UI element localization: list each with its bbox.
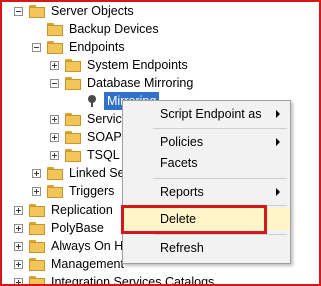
expand-icon[interactable] <box>14 223 23 233</box>
folder-icon <box>47 22 63 36</box>
menu-item-refresh[interactable]: Refresh <box>123 237 290 259</box>
tree-node-label: Database Mirroring <box>87 76 194 90</box>
tree-node-endpoints[interactable]: Endpoints <box>32 38 125 56</box>
expand-icon[interactable] <box>32 168 41 178</box>
tree-node-database-mirroring[interactable]: Database Mirroring <box>50 74 193 92</box>
expand-icon[interactable] <box>50 150 59 160</box>
folder-icon <box>47 166 63 180</box>
expand-icon[interactable] <box>14 277 23 284</box>
collapse-icon[interactable] <box>14 6 23 16</box>
menu-item-script-endpoint[interactable]: Script Endpoint as <box>123 103 290 125</box>
tree-node-triggers[interactable]: Triggers <box>32 182 114 200</box>
folder-icon <box>47 184 63 198</box>
menu-item-reports[interactable]: Reports <box>123 181 290 203</box>
expand-icon[interactable] <box>32 186 41 196</box>
menu-item-label: Delete <box>160 212 197 226</box>
tree-node-label: Endpoints <box>69 40 125 54</box>
menu-item-label: Refresh <box>160 241 204 255</box>
folder-icon <box>29 203 45 217</box>
tree-node-label: Management <box>51 257 124 271</box>
tree-node-label: Replication <box>51 203 113 217</box>
folder-icon <box>65 58 81 72</box>
folder-icon <box>29 257 45 271</box>
folder-icon <box>29 275 45 284</box>
tree-node-polybase[interactable]: PolyBase <box>14 219 104 237</box>
menu-separator <box>153 205 287 206</box>
expand-icon[interactable] <box>50 60 59 70</box>
submenu-arrow-icon <box>276 188 280 196</box>
menu-separator <box>153 234 287 235</box>
expand-icon[interactable] <box>14 259 23 269</box>
tree-node-label: Triggers <box>69 184 115 198</box>
menu-item-policies[interactable]: Policies <box>123 131 290 153</box>
folder-icon <box>29 221 45 235</box>
tree-node-soap[interactable]: SOAP <box>50 128 122 146</box>
menu-item-label: Reports <box>160 185 204 199</box>
folder-icon <box>29 4 45 18</box>
menu-separator <box>153 128 287 129</box>
tree-node-label: PolyBase <box>51 221 104 235</box>
tree-node-label: Integration Services Catalogs <box>51 275 215 286</box>
tree-node-integration-services[interactable]: Integration Services Catalogs <box>14 273 215 286</box>
tree-node-label: Server Objects <box>51 4 134 18</box>
tree-node-server-objects[interactable]: Server Objects <box>14 2 134 20</box>
endpoint-icon <box>86 94 98 108</box>
collapse-icon[interactable] <box>32 42 41 52</box>
tree-node-label: Backup Devices <box>69 22 159 36</box>
folder-icon <box>65 148 81 162</box>
screenshot-frame: Server Objects Backup Devices Endpoints … <box>0 0 321 286</box>
menu-item-label: Policies <box>160 135 204 149</box>
menu-separator <box>153 178 287 179</box>
context-menu: Script Endpoint as Policies Facets Repor… <box>122 100 291 264</box>
expand-icon[interactable] <box>14 205 23 215</box>
tree-node-label: System Endpoints <box>87 58 188 72</box>
menu-item-delete[interactable]: Delete <box>123 208 290 230</box>
expand-icon[interactable] <box>50 132 59 142</box>
folder-icon <box>65 130 81 144</box>
menu-item-label: Script Endpoint as <box>160 107 262 121</box>
menu-item-facets[interactable]: Facets <box>123 152 290 174</box>
folder-icon <box>65 76 81 90</box>
expand-icon[interactable] <box>14 241 23 251</box>
tree-node-label: SOAP <box>87 130 122 144</box>
tree-node-backup-devices[interactable]: Backup Devices <box>47 20 159 38</box>
submenu-arrow-icon <box>276 110 280 118</box>
folder-icon <box>29 239 45 253</box>
expand-icon[interactable] <box>50 114 59 124</box>
folder-icon <box>47 40 63 54</box>
tree-node-replication[interactable]: Replication <box>14 201 113 219</box>
tree-node-management[interactable]: Management <box>14 255 124 273</box>
collapse-icon[interactable] <box>50 78 59 88</box>
tree-node-tsql[interactable]: TSQL <box>50 146 120 164</box>
menu-item-label: Facets <box>160 156 198 170</box>
submenu-arrow-icon <box>276 138 280 146</box>
tree-node-system-endpoints[interactable]: System Endpoints <box>50 56 188 74</box>
tree-node-label: TSQL <box>87 148 120 162</box>
folder-icon <box>65 112 81 126</box>
